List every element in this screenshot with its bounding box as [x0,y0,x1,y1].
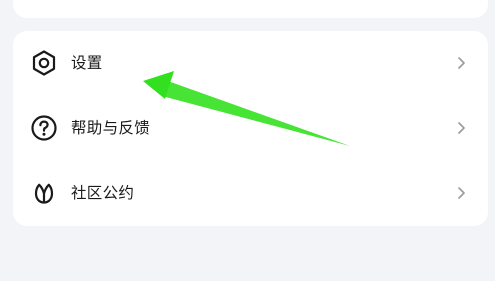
menu-card: 设置 帮助与反馈 社区公约 [13,31,488,226]
chevron-right-icon [456,120,466,136]
help-feedback-item[interactable]: 帮助与反馈 [13,96,488,160]
leaf-icon [30,179,58,207]
community-guidelines-item[interactable]: 社区公约 [13,161,488,225]
settings-label: 设置 [71,54,103,72]
chevron-right-icon [456,55,466,71]
chevron-right-icon [456,185,466,201]
top-card [13,0,488,18]
community-guidelines-label: 社区公约 [71,184,135,202]
help-feedback-label: 帮助与反馈 [71,119,151,137]
help-question-icon [30,114,58,142]
settings-item[interactable]: 设置 [13,31,488,95]
settings-hexagon-icon [30,49,58,77]
